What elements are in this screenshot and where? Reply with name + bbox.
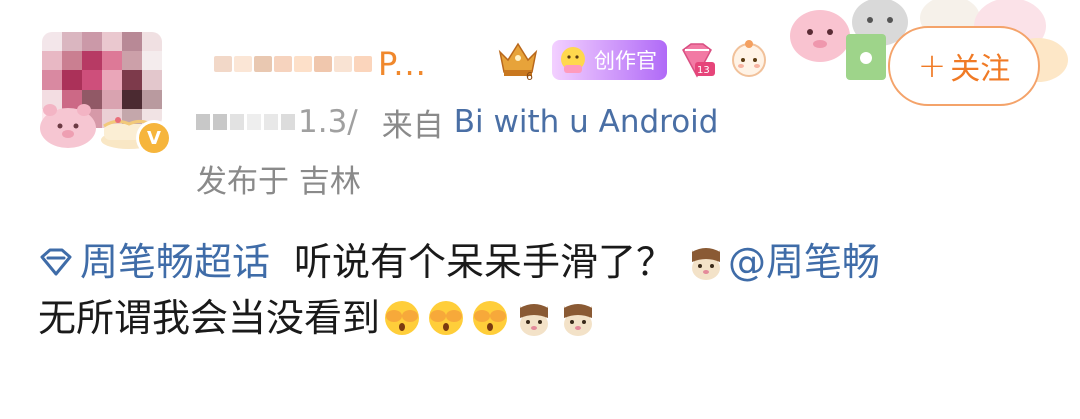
avatar-pixel [102,32,122,52]
creator-badge-label: 创作官 [594,49,657,73]
avatar-pixel [42,32,62,52]
pig-sticker-icon [40,104,96,148]
user-badges: 6 创作官 13 [494,36,771,84]
avatar-pixel [142,70,162,90]
super-topic-diamond-icon [40,248,72,276]
avatar-pixel [102,51,122,71]
mascot-sticker-icon [732,40,766,77]
post-content: 周笔畅超话 听说有个呆呆手滑了？ @周笔畅 无所谓我会当没看到 [38,234,1048,346]
cat-face-emoji [520,304,549,336]
avatar-pixel [82,51,102,71]
username-redacted-block [214,56,232,72]
avatar-pixel [42,70,62,90]
creator-mascot-icon [561,47,585,73]
username-redacted-block [274,56,292,72]
cat-face-emoji [564,304,593,336]
avatar-pixel [62,32,82,52]
username-redacted-block [294,56,312,72]
avatar-pixel [122,32,142,52]
super-topic-link[interactable]: 周笔畅超话 [38,234,270,290]
avatar-pixel [42,51,62,71]
post-text-1: 听说有个呆呆手滑了？ [294,240,675,284]
avatar-pixel [82,70,102,90]
avatar-pixel [142,51,162,71]
username-redacted-block [254,56,272,72]
svg-text:13: 13 [697,65,710,76]
avatar-pixel [122,70,142,90]
weibo-post-card: V P... 6 创作官 13 + 关注 1.3/ 来自 Bi with u A… [0,0,1080,419]
post-location: 发布于 吉林 [196,164,361,200]
source-device-link[interactable]: Bi with u Android [454,104,719,140]
avatar-pixel [82,32,102,52]
avatar-pixel [102,70,122,90]
post-line-2: 无所谓我会当没看到 [38,290,1048,346]
avatar-pixel [122,51,142,71]
plus-icon: + [917,46,947,86]
verified-badge-icon: V [136,120,172,156]
see-no-evil-emoji [429,301,464,335]
cat-face-emoji [692,248,721,280]
follow-button-label: 关注 [950,52,1011,87]
username-redacted-block [354,56,372,72]
super-topic-label: 周笔畅超话 [80,240,271,284]
crown-rank-icon[interactable]: 6 [494,38,542,82]
post-meta: 1.3/ 来自 Bi with u Android [196,102,719,144]
username-redacted-block [334,56,352,72]
post-timestamp: 1.3/ [196,104,358,140]
post-line-1: 周笔畅超话 听说有个呆呆手滑了？ @周笔畅 [38,234,1048,290]
username-visible-text: P... [378,45,427,83]
avatar-pixel [122,89,142,109]
avatar-pixel [142,89,162,109]
mention-link[interactable]: @周笔畅 [728,234,880,290]
username[interactable]: P... [214,38,427,90]
post-text-2: 无所谓我会当没看到 [38,296,381,340]
follow-button[interactable]: + 关注 [888,26,1040,106]
post-timestamp-visible: 1.3/ [298,104,358,140]
avatar-pixel [142,32,162,52]
see-no-evil-emoji [385,301,420,335]
username-redacted-block [314,56,332,72]
svg-text:6: 6 [526,70,533,82]
avatar-pixel [102,89,122,109]
creator-badge[interactable]: 创作官 [552,40,667,80]
username-redacted-block [234,56,252,72]
username-redacted [214,49,374,79]
source-prefix: 来自 [381,107,444,144]
see-no-evil-emoji [473,301,508,335]
avatar[interactable]: V [36,24,172,156]
fan-level-icon[interactable]: 13 [677,40,717,80]
avatar-pixel [62,70,82,90]
avatar-pixel [62,51,82,71]
